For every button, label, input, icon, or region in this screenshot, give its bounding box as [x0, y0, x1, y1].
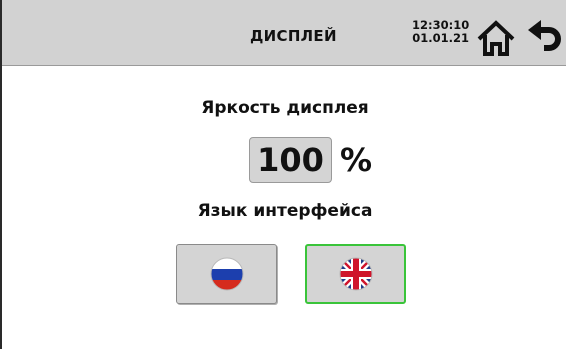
english-language-button[interactable] — [305, 244, 406, 304]
russian-flag-icon — [210, 257, 243, 291]
language-label: Язык интерфейса — [197, 201, 373, 221]
home-icon — [477, 20, 515, 56]
uk-flag-icon — [339, 257, 372, 291]
brightness-label: Яркость дисплея — [201, 98, 369, 118]
russian-language-button[interactable] — [176, 244, 277, 304]
brightness-value-input[interactable]: 100 — [249, 137, 332, 183]
brightness-unit: % — [340, 141, 373, 179]
home-button[interactable] — [476, 20, 516, 56]
screen-frame: ДИСПЛЕЙ 12:30:10 01.01.21 Яркость диспле… — [0, 0, 566, 349]
back-button[interactable] — [526, 20, 562, 56]
date-text: 01.01.21 — [412, 31, 469, 45]
date-time-display: 12:30:10 01.01.21 — [412, 19, 469, 45]
back-arrow-icon — [528, 20, 561, 51]
header-bar: ДИСПЛЕЙ 12:30:10 01.01.21 — [2, 0, 566, 66]
page-title: ДИСПЛЕЙ — [250, 27, 337, 45]
